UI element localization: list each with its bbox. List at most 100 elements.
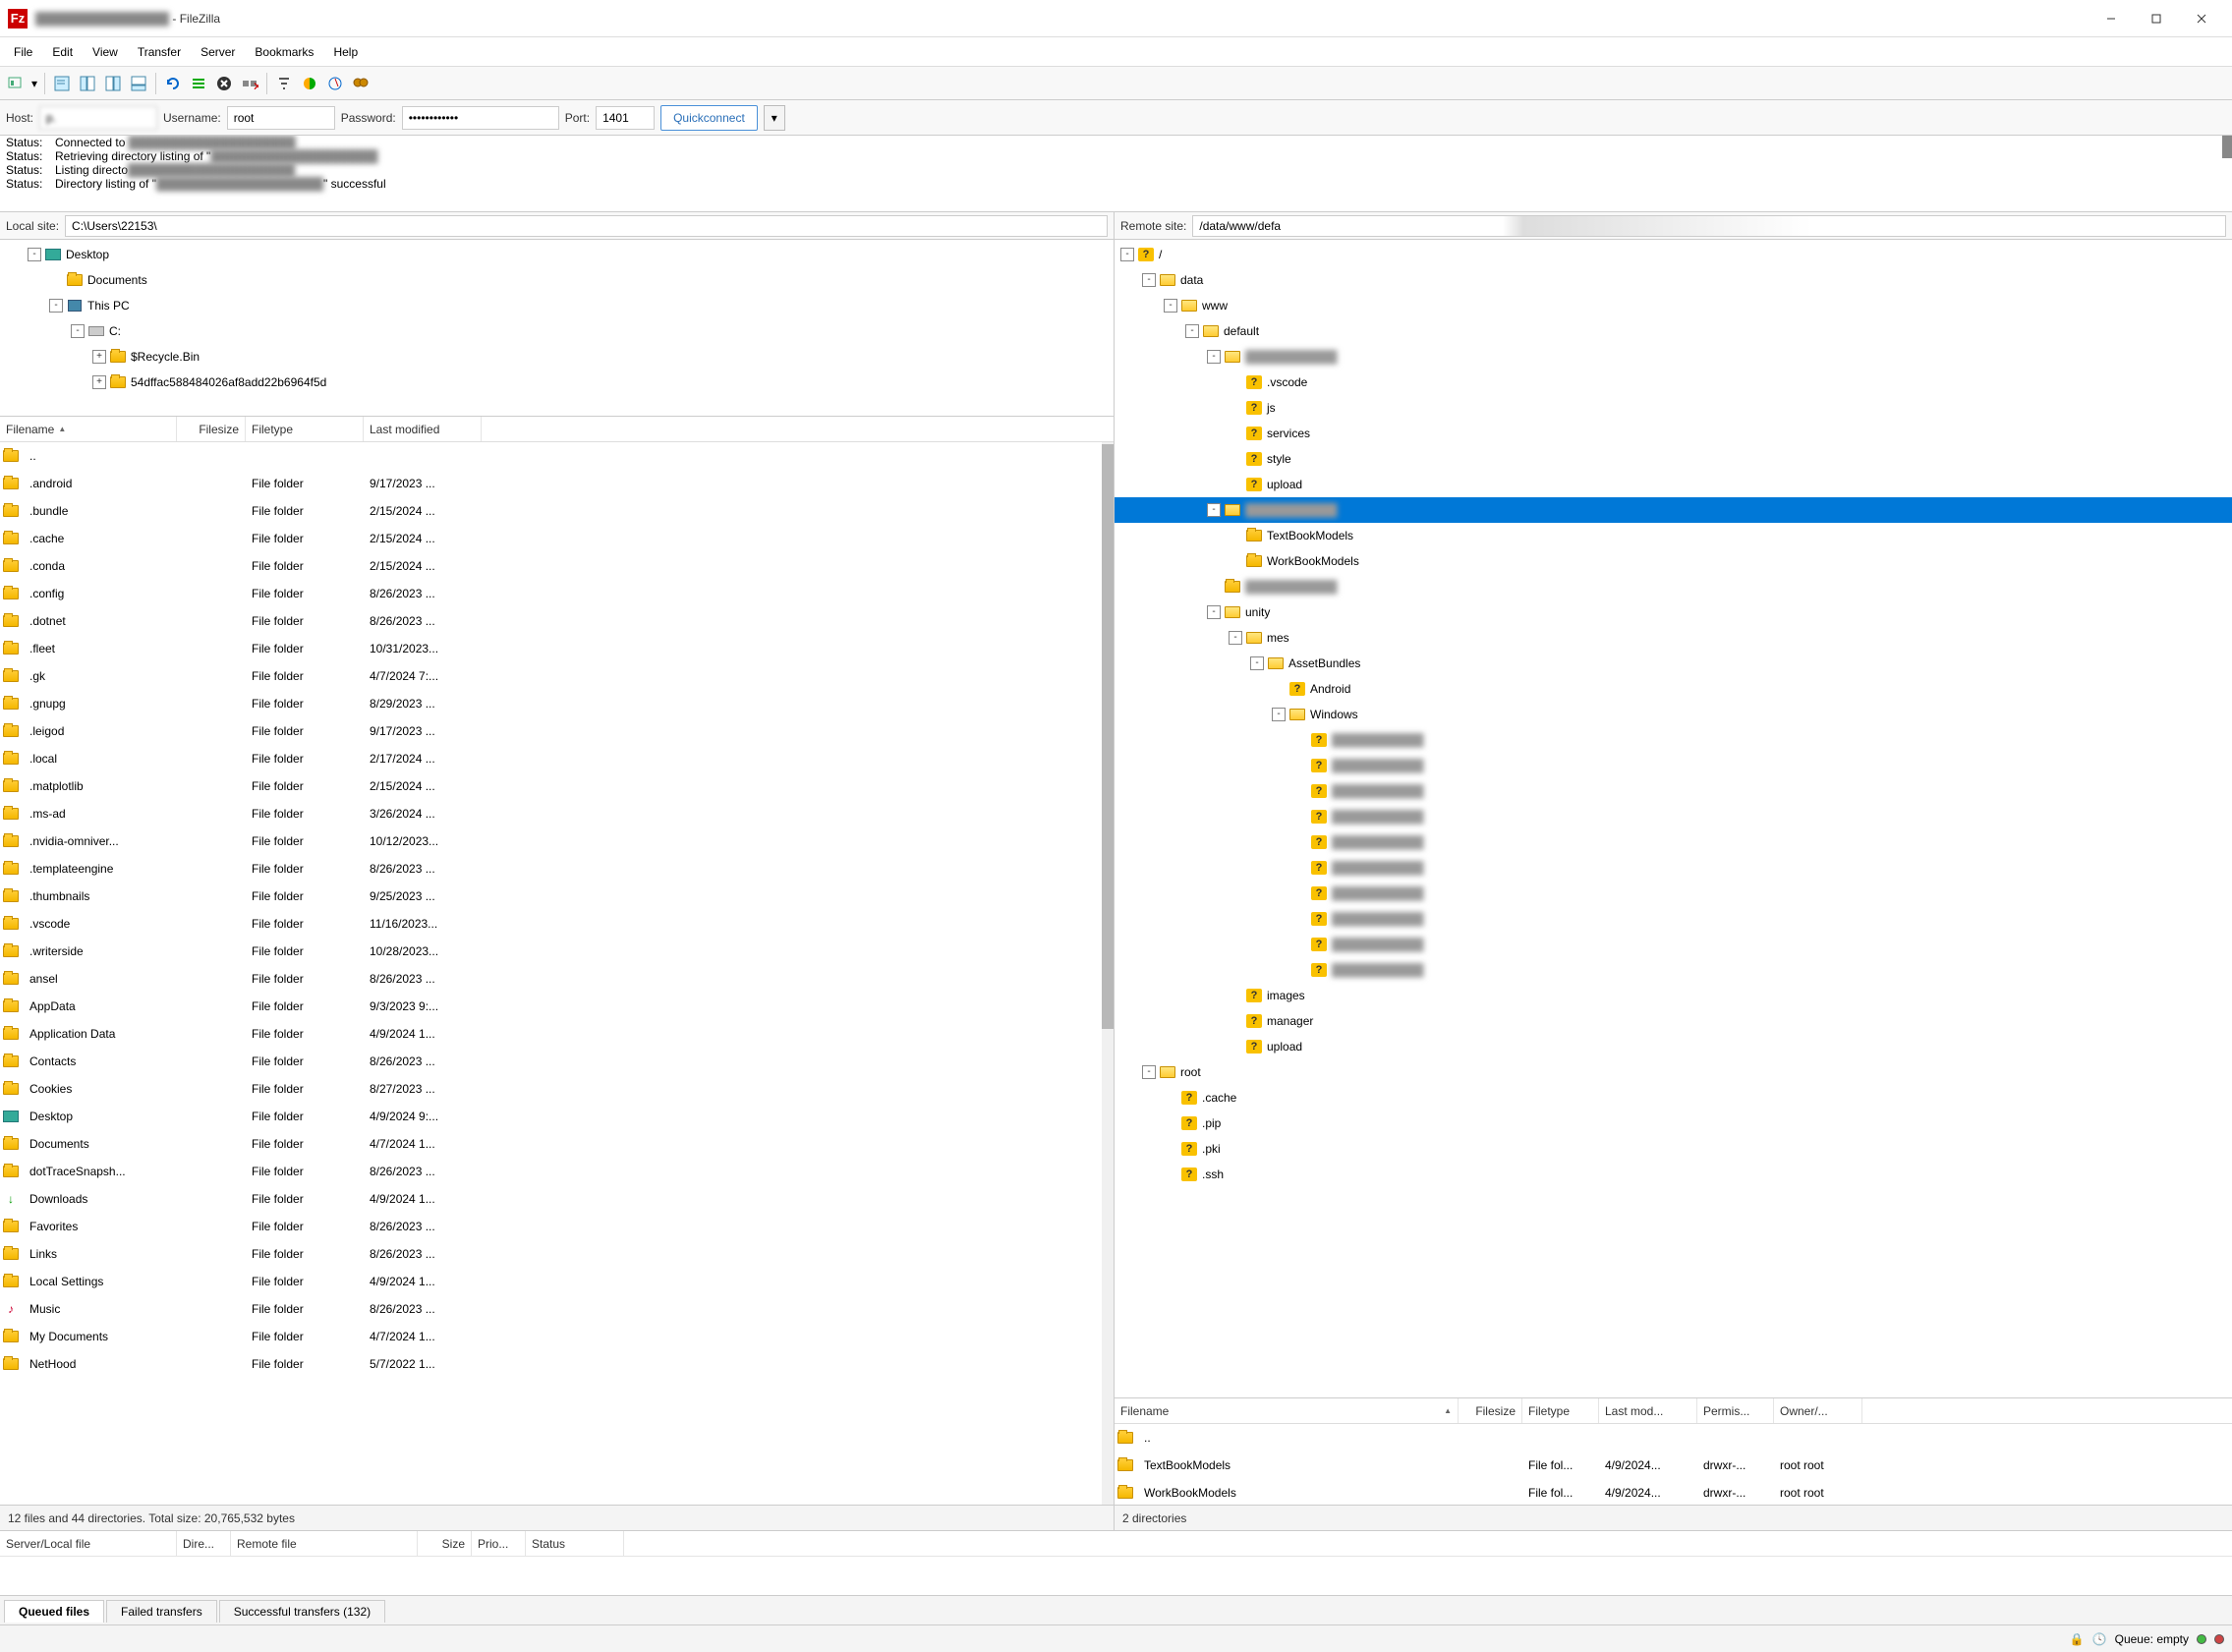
tree-item[interactable]: -Windows — [1115, 702, 2232, 727]
compare-icon[interactable] — [298, 72, 321, 95]
process-queue-icon[interactable] — [187, 72, 210, 95]
maximize-button[interactable] — [2134, 3, 2179, 34]
tree-item[interactable]: -default — [1115, 318, 2232, 344]
expander-icon[interactable]: - — [1164, 299, 1177, 313]
tree-item[interactable]: ?manager — [1115, 1008, 2232, 1034]
qcol-server[interactable]: Server/Local file — [0, 1531, 177, 1556]
rcol-filename[interactable]: Filename▲ — [1115, 1398, 1459, 1423]
list-item[interactable]: .ms-ad File folder 3/26/2024 ... — [0, 800, 1114, 827]
tree-item[interactable]: -mes — [1115, 625, 2232, 651]
list-item[interactable]: .local File folder 2/17/2024 ... — [0, 745, 1114, 772]
site-manager-dropdown[interactable]: ▾ — [29, 72, 39, 95]
list-item[interactable]: Application Data File folder 4/9/2024 1.… — [0, 1020, 1114, 1048]
refresh-icon[interactable] — [161, 72, 185, 95]
toggle-queue-icon[interactable] — [127, 72, 150, 95]
list-item[interactable]: .. — [1115, 1424, 2232, 1452]
tree-item[interactable]: ?.cache — [1115, 1085, 2232, 1111]
quickconnect-dropdown[interactable]: ▾ — [764, 105, 785, 131]
expander-icon[interactable]: - — [71, 324, 85, 338]
col-filesize[interactable]: Filesize — [177, 417, 246, 441]
tree-item[interactable]: ?███████████ — [1115, 957, 2232, 983]
rcol-filesize[interactable]: Filesize — [1459, 1398, 1522, 1423]
list-item[interactable]: .nvidia-omniver... File folder 10/12/202… — [0, 827, 1114, 855]
filter-icon[interactable] — [272, 72, 296, 95]
menu-bookmarks[interactable]: Bookmarks — [245, 41, 323, 63]
tree-item[interactable]: ?███████████ — [1115, 906, 2232, 932]
expander-icon[interactable]: - — [1207, 350, 1221, 364]
menu-edit[interactable]: Edit — [42, 41, 83, 63]
menu-transfer[interactable]: Transfer — [128, 41, 191, 63]
tree-item[interactable]: -unity — [1115, 599, 2232, 625]
remote-file-list[interactable]: .. TextBookModels File fol... 4/9/2024..… — [1115, 1424, 2232, 1505]
list-item[interactable]: Contacts File folder 8/26/2023 ... — [0, 1048, 1114, 1075]
qcol-status[interactable]: Status — [526, 1531, 624, 1556]
tree-item[interactable]: +54dffac588484026af8add22b6964f5d — [0, 370, 1114, 395]
tab-failed[interactable]: Failed transfers — [106, 1600, 217, 1623]
tree-item[interactable]: -AssetBundles — [1115, 651, 2232, 676]
local-file-list[interactable]: .. .android File folder 9/17/2023 ... .b… — [0, 442, 1114, 1505]
expander-icon[interactable]: - — [1142, 1065, 1156, 1079]
qcol-size[interactable]: Size — [418, 1531, 472, 1556]
qcol-dir[interactable]: Dire... — [177, 1531, 231, 1556]
tree-item[interactable]: ?███████████ — [1115, 804, 2232, 829]
tree-item[interactable]: ?███████████ — [1115, 727, 2232, 753]
list-item[interactable]: .matplotlib File folder 2/15/2024 ... — [0, 772, 1114, 800]
tree-item[interactable]: ?style — [1115, 446, 2232, 472]
tree-item[interactable]: ?services — [1115, 421, 2232, 446]
expander-icon[interactable]: - — [1272, 708, 1286, 721]
local-scrollbar[interactable] — [1102, 442, 1114, 1505]
expander-icon[interactable]: - — [1185, 324, 1199, 338]
col-lastmod[interactable]: Last modified — [364, 417, 482, 441]
tree-item[interactable]: ?███████████ — [1115, 829, 2232, 855]
tree-item[interactable]: ?███████████ — [1115, 881, 2232, 906]
list-item[interactable]: .templateengine File folder 8/26/2023 ..… — [0, 855, 1114, 883]
tree-item[interactable]: -www — [1115, 293, 2232, 318]
quickconnect-button[interactable]: Quickconnect — [660, 105, 758, 131]
tree-item[interactable]: -███████████ — [1115, 497, 2232, 523]
list-item[interactable]: .writerside File folder 10/28/2023... — [0, 938, 1114, 965]
menu-view[interactable]: View — [83, 41, 128, 63]
tree-item[interactable]: ?.pki — [1115, 1136, 2232, 1162]
toggle-remote-tree-icon[interactable] — [101, 72, 125, 95]
tree-item[interactable]: -███████████ — [1115, 344, 2232, 370]
list-item[interactable]: WorkBookModels File fol... 4/9/2024... d… — [1115, 1479, 2232, 1505]
local-tree[interactable]: -DesktopDocuments-This PC-C:+$Recycle.Bi… — [0, 240, 1114, 417]
tree-item[interactable]: -C: — [0, 318, 1114, 344]
cancel-icon[interactable] — [212, 72, 236, 95]
toggle-local-tree-icon[interactable] — [76, 72, 99, 95]
list-item[interactable]: ↓ Downloads File folder 4/9/2024 1... — [0, 1185, 1114, 1213]
tree-item[interactable]: Documents — [0, 267, 1114, 293]
list-item[interactable]: .config File folder 8/26/2023 ... — [0, 580, 1114, 607]
tree-item[interactable]: ?upload — [1115, 472, 2232, 497]
list-item[interactable]: .dotnet File folder 8/26/2023 ... — [0, 607, 1114, 635]
site-manager-icon[interactable] — [4, 72, 28, 95]
list-item[interactable]: ansel File folder 8/26/2023 ... — [0, 965, 1114, 993]
expander-icon[interactable]: - — [1229, 631, 1242, 645]
tree-item[interactable]: ?Android — [1115, 676, 2232, 702]
local-site-input[interactable] — [65, 215, 1108, 237]
tree-item[interactable]: ?███████████ — [1115, 753, 2232, 778]
rcol-perm[interactable]: Permis... — [1697, 1398, 1774, 1423]
expander-icon[interactable]: - — [1207, 605, 1221, 619]
tree-item[interactable]: ?███████████ — [1115, 932, 2232, 957]
tree-item[interactable]: ?upload — [1115, 1034, 2232, 1059]
menu-server[interactable]: Server — [191, 41, 245, 63]
expander-icon[interactable]: - — [1120, 248, 1134, 261]
remote-site-input[interactable] — [1192, 215, 2226, 237]
tree-item[interactable]: TextBookModels — [1115, 523, 2232, 548]
log-scrollbar[interactable] — [2222, 136, 2232, 211]
col-filetype[interactable]: Filetype — [246, 417, 364, 441]
tree-item[interactable]: ███████████ — [1115, 574, 2232, 599]
sync-browse-icon[interactable] — [323, 72, 347, 95]
expander-icon[interactable]: - — [49, 299, 63, 313]
list-item[interactable]: Documents File folder 4/7/2024 1... — [0, 1130, 1114, 1158]
message-log[interactable]: Status:Connected to ████████████████████… — [0, 136, 2232, 212]
username-input[interactable] — [227, 106, 335, 130]
list-item[interactable]: .leigod File folder 9/17/2023 ... — [0, 717, 1114, 745]
list-item[interactable]: Favorites File folder 8/26/2023 ... — [0, 1213, 1114, 1240]
tree-item[interactable]: -?/ — [1115, 242, 2232, 267]
password-input[interactable] — [402, 106, 559, 130]
tree-item[interactable]: -data — [1115, 267, 2232, 293]
list-item[interactable]: .fleet File folder 10/31/2023... — [0, 635, 1114, 662]
expander-icon[interactable]: - — [1250, 656, 1264, 670]
